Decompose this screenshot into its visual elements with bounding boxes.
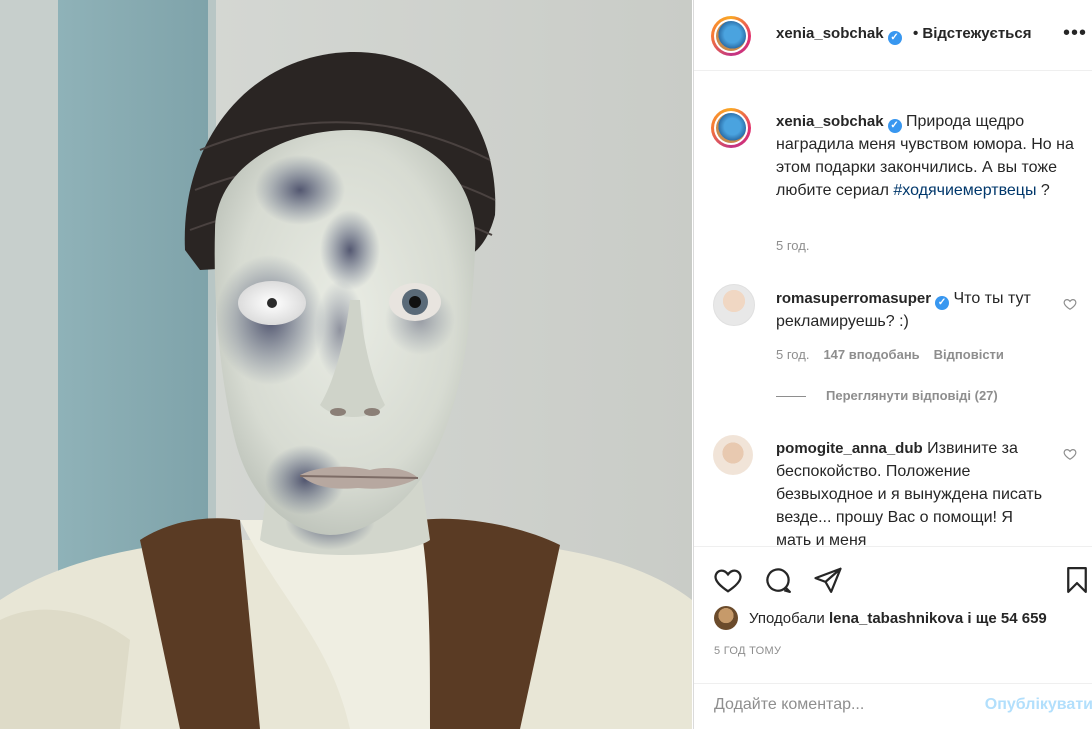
- follow-status-label[interactable]: Відстежується: [922, 25, 1031, 42]
- more-options-icon[interactable]: •••: [1063, 22, 1087, 45]
- view-replies-label[interactable]: Переглянути відповіді (27): [826, 388, 998, 403]
- comment-input[interactable]: [714, 696, 954, 714]
- post-details-panel: xenia_sobchak ✓ • Відстежується ••• xenia…: [693, 0, 1092, 729]
- liker-username[interactable]: lena_tabashnikova: [829, 610, 963, 627]
- publish-button[interactable]: Опублікувати: [985, 696, 1092, 714]
- caption-username[interactable]: xenia_sobchak: [776, 113, 884, 130]
- post-photo[interactable]: [0, 0, 692, 729]
- comment-likes-count[interactable]: 147 вподобань: [823, 347, 919, 362]
- comment-username[interactable]: romasuperromasuper: [776, 290, 931, 307]
- post-timestamp[interactable]: 5 год тому: [714, 645, 781, 657]
- author-avatar[interactable]: [711, 16, 751, 56]
- caption-suffix: ?: [1036, 182, 1050, 199]
- verified-badge-icon: ✓: [887, 119, 902, 133]
- comment-like-heart-icon[interactable]: [1063, 447, 1077, 461]
- post-header: xenia_sobchak ✓ • Відстежується •••: [694, 0, 1092, 71]
- add-comment-bar: Опублікувати: [694, 683, 1092, 730]
- verified-badge-icon: ✓: [935, 296, 950, 310]
- post-caption: xenia_sobchak ✓ Природа щедро наградила м…: [776, 110, 1076, 202]
- comment-body: romasuperromasuper ✓ Что ты тут рекламиру…: [776, 287, 1046, 333]
- likes-count[interactable]: і ще 54 659: [967, 610, 1046, 627]
- caption-avatar[interactable]: [711, 108, 751, 148]
- comment-time[interactable]: 5 год.: [776, 347, 809, 362]
- author-username-header[interactable]: xenia_sobchak ✓: [776, 25, 902, 45]
- commenter-avatar[interactable]: [713, 284, 755, 326]
- likes-summary: Уподобали lena_tabashnikova і ще 54 659: [749, 610, 1047, 627]
- liker-avatar[interactable]: [714, 606, 738, 630]
- comment-like-heart-icon[interactable]: [1063, 297, 1077, 311]
- comment-username[interactable]: pomogite_anna_dub: [776, 440, 923, 457]
- replies-divider-line: [776, 396, 806, 397]
- bookmark-icon[interactable]: [1062, 565, 1092, 595]
- comment-body: pomogite_anna_dub Извините за беспокойст…: [776, 437, 1046, 545]
- caption-hashtag-link[interactable]: #ходячиемертвецы: [893, 182, 1036, 199]
- verified-badge-icon: ✓: [887, 31, 902, 45]
- comment-meta: 5 год. 147 вподобань Відповісти: [776, 347, 1004, 362]
- comment-reply-button[interactable]: Відповісти: [934, 347, 1004, 362]
- caption-timestamp[interactable]: 5 год.: [776, 238, 809, 253]
- commenter-avatar[interactable]: [713, 435, 753, 475]
- paper-plane-icon[interactable]: [813, 565, 843, 595]
- heart-icon[interactable]: [713, 565, 743, 595]
- author-username[interactable]: xenia_sobchak: [776, 25, 884, 42]
- follow-status[interactable]: • Відстежується: [913, 25, 1032, 42]
- likes-prefix: Уподобали: [749, 610, 825, 627]
- comment-bubble-icon[interactable]: [763, 565, 793, 595]
